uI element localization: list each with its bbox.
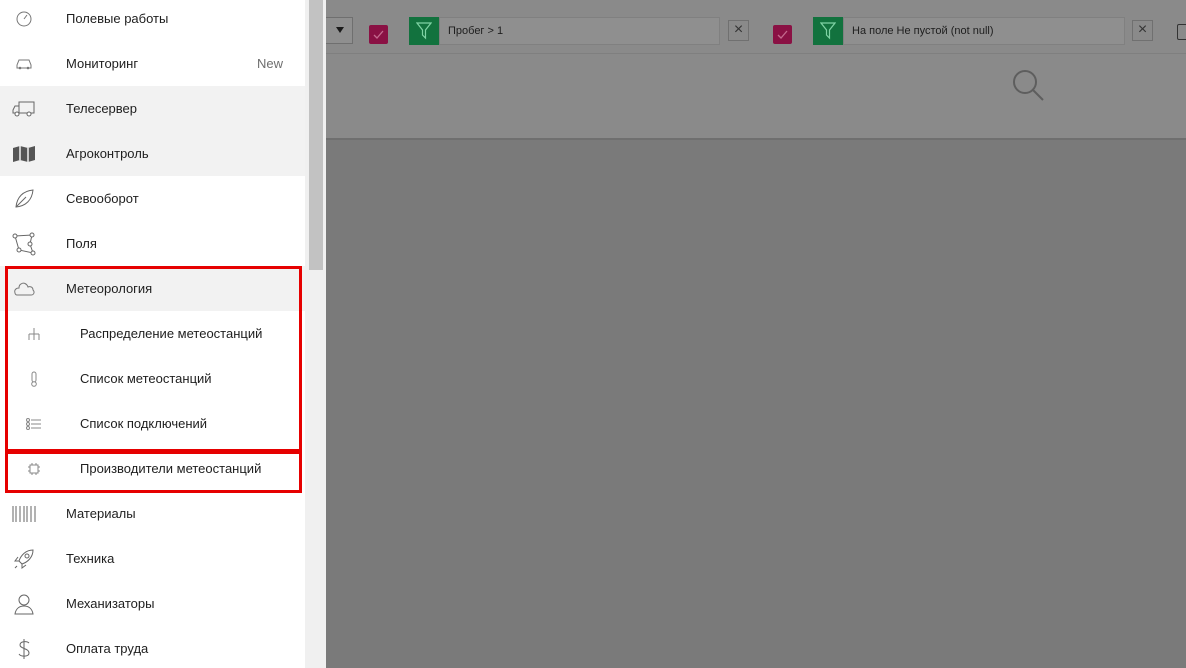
sidebar-item-machinery[interactable]: Техника: [0, 536, 305, 581]
sidebar-item-crop-rotation[interactable]: Севооборот: [0, 176, 305, 221]
new-badge: New: [256, 56, 283, 71]
hierarchy-icon: [24, 321, 44, 347]
sidebar-item-label: Техника: [66, 551, 115, 566]
sidebar-item-operators[interactable]: Механизаторы: [0, 581, 305, 626]
caret-down-icon: [336, 27, 344, 33]
sidebar-item-station-distribution[interactable]: Распределение метеостанций: [0, 311, 305, 356]
rocket-icon: [11, 546, 37, 572]
sidebar-item-station-list[interactable]: Список метеостанций: [0, 356, 305, 401]
dollar-icon: [11, 636, 37, 662]
sidebar-item-label: Список метеостанций: [80, 371, 212, 386]
sidebar-scrollbar[interactable]: [305, 0, 326, 668]
filter-text-2: На поле Не пустой (not null): [843, 17, 1125, 45]
filter-text-1: Пробег > 1: [439, 17, 720, 45]
sidebar-item-label: Оплата труда: [66, 641, 149, 656]
sidebar-item-label: Производители метеостанций: [80, 461, 262, 476]
chip-icon: [24, 456, 44, 482]
sidebar-item-payroll[interactable]: Оплата труда: [0, 626, 305, 668]
sidebar-item-fields[interactable]: Поля: [0, 221, 305, 266]
gauge-icon: [11, 6, 37, 32]
scrollbar-thumb[interactable]: [309, 0, 323, 270]
map-icon: [11, 141, 37, 167]
sidebar-item-label: Поля: [66, 236, 97, 251]
sidebar-item-label: Мониторинг: [66, 56, 139, 71]
person-icon: [11, 591, 37, 617]
sidebar-item-field-works[interactable]: Полевые работы: [0, 0, 305, 41]
sidebar-item-label: Агроконтроль: [66, 146, 149, 161]
sidebar-item-connection-list[interactable]: Список подключений: [0, 401, 305, 446]
car-icon: [11, 51, 37, 77]
sidebar-item-label: Распределение метеостанций: [80, 326, 263, 341]
check-icon: [777, 30, 788, 39]
sidebar-item-label: Метеорология: [66, 281, 153, 296]
sidebar-item-materials[interactable]: Материалы: [0, 491, 305, 536]
sidebar-item-agrocontrol[interactable]: Агроконтроль: [0, 131, 305, 176]
sidebar-item-label: Телесервер: [66, 101, 138, 116]
thermometer-icon: [24, 366, 44, 392]
search-icon: [1013, 70, 1044, 101]
barcode-icon: [11, 501, 37, 527]
funnel-icon: [416, 22, 432, 40]
truck-icon: [11, 96, 37, 122]
background-toolbar: Пробег > 1 × На поле Не пустой (not null…: [305, 0, 1186, 140]
extra-checkbox: [1177, 24, 1186, 40]
sidebar-item-station-manufacturers[interactable]: Производители метеостанций: [0, 446, 305, 491]
sidebar-item-label: Механизаторы: [66, 596, 155, 611]
filter-remove-2: ×: [1132, 20, 1153, 41]
filter-funnel-1: [409, 17, 439, 45]
sidebar-menu: Полевые работы Мониторинг New Телесервер…: [0, 0, 305, 668]
filter-checkbox-2: [773, 25, 792, 44]
leaf-icon: [11, 186, 37, 212]
filter-row: Пробег > 1 × На поле Не пустой (not null…: [305, 0, 1186, 54]
sidebar-item-monitoring[interactable]: Мониторинг New: [0, 41, 305, 86]
cloud-icon: [11, 276, 37, 302]
sidebar-item-label: Полевые работы: [66, 11, 169, 26]
list-icon: [24, 411, 44, 437]
filter-remove-1: ×: [728, 20, 749, 41]
filter-checkbox-1: [369, 25, 388, 44]
sidebar-item-label: Материалы: [66, 506, 136, 521]
funnel-icon: [820, 22, 836, 40]
sidebar-item-meteorology[interactable]: Метеорология: [0, 266, 305, 311]
sidebar-item-label: Список подключений: [80, 416, 208, 431]
field-polygon-icon: [11, 231, 37, 257]
check-icon: [373, 30, 384, 39]
filter-funnel-2: [813, 17, 843, 45]
sidebar-item-label: Севооборот: [66, 191, 139, 206]
sidebar-item-teleserver[interactable]: Телесервер: [0, 86, 305, 131]
